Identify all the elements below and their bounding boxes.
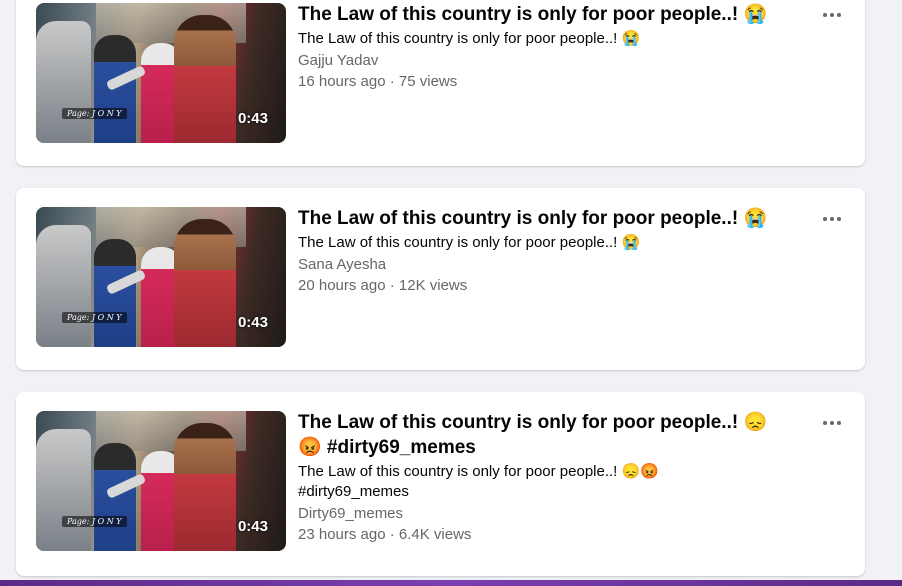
thumbnail-watermark: Page: J O N Y xyxy=(62,516,127,527)
video-info: The Law of this country is only for poor… xyxy=(298,410,778,545)
thumbnail-figure xyxy=(36,429,91,551)
video-thumbnail[interactable]: Page: J O N Y 0:43 xyxy=(36,3,286,143)
video-card[interactable]: Page: J O N Y 0:43 The Law of this count… xyxy=(16,0,865,166)
thumbnail-figure xyxy=(94,35,136,143)
more-options-icon[interactable] xyxy=(815,4,849,26)
video-author[interactable]: Dirty69_memes xyxy=(298,504,778,524)
thumbnail-figure xyxy=(94,443,136,551)
video-info: The Law of this country is only for poor… xyxy=(298,2,818,92)
thumbnail-figure xyxy=(174,219,236,347)
thumbnail-figure xyxy=(36,21,91,143)
video-meta: 23 hours ago · 6.4K views xyxy=(298,526,472,543)
more-options-icon[interactable] xyxy=(815,412,849,434)
thumbnail-watermark: Page: J O N Y xyxy=(62,108,127,119)
video-description: The Law of this country is only for poor… xyxy=(298,463,659,500)
video-duration: 0:43 xyxy=(237,314,268,331)
video-description: The Law of this country is only for poor… xyxy=(298,30,641,47)
video-title[interactable]: The Law of this country is only for poor… xyxy=(298,410,778,460)
video-duration: 0:43 xyxy=(237,518,268,535)
video-card[interactable]: Page: J O N Y 0:43 The Law of this count… xyxy=(16,392,865,576)
thumbnail-figure xyxy=(94,239,136,347)
more-options-icon[interactable] xyxy=(815,208,849,230)
video-description: The Law of this country is only for poor… xyxy=(298,234,641,251)
bottom-bar xyxy=(0,580,902,586)
video-thumbnail[interactable]: Page: J O N Y 0:43 xyxy=(36,411,286,551)
thumbnail-figure xyxy=(174,15,236,143)
video-title[interactable]: The Law of this country is only for poor… xyxy=(298,206,818,231)
video-duration: 0:43 xyxy=(237,110,268,127)
video-meta: 16 hours ago · 75 views xyxy=(298,73,458,90)
video-author[interactable]: Gajju Yadav xyxy=(298,51,818,71)
thumbnail-figure xyxy=(36,225,91,347)
video-author[interactable]: Sana Ayesha xyxy=(298,255,818,275)
thumbnail-figure xyxy=(174,423,236,551)
thumbnail-watermark: Page: J O N Y xyxy=(62,312,127,323)
video-title[interactable]: The Law of this country is only for poor… xyxy=(298,2,818,27)
video-info: The Law of this country is only for poor… xyxy=(298,206,818,296)
video-card[interactable]: Page: J O N Y 0:43 The Law of this count… xyxy=(16,188,865,370)
video-meta: 20 hours ago · 12K views xyxy=(298,277,468,294)
video-thumbnail[interactable]: Page: J O N Y 0:43 xyxy=(36,207,286,347)
